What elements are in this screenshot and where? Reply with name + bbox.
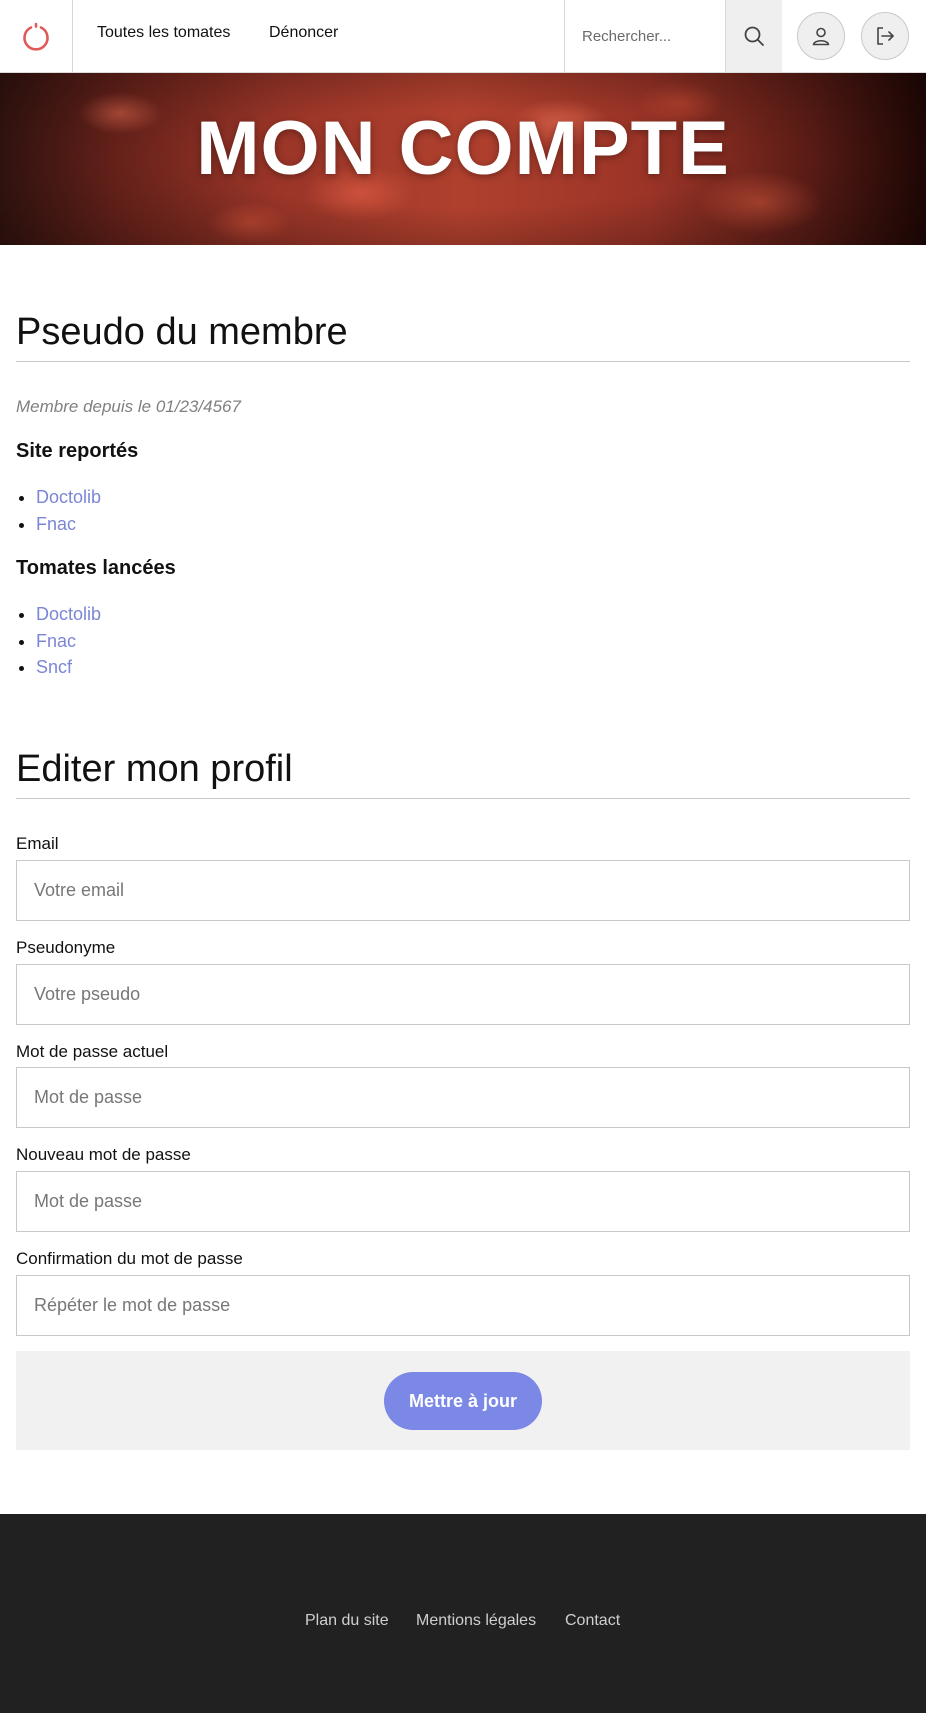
member-since-text: Membre depuis le 01/23/4567 bbox=[16, 397, 241, 416]
footer-link-legal[interactable]: Mentions légales bbox=[416, 1612, 536, 1630]
search-input[interactable] bbox=[565, 0, 725, 72]
search-button[interactable] bbox=[725, 0, 782, 72]
search-bar bbox=[564, 0, 782, 73]
reported-site-link[interactable]: Fnac bbox=[36, 514, 76, 534]
logout-icon bbox=[877, 27, 894, 45]
pseudonym-field[interactable] bbox=[16, 964, 910, 1025]
nav-link-all-tomatoes[interactable]: Toutes les tomates bbox=[97, 24, 230, 42]
pseudonym-label: Pseudonyme bbox=[16, 938, 116, 957]
logo-link[interactable] bbox=[0, 0, 73, 73]
list-item: Fnac bbox=[36, 628, 101, 655]
confirm-password-field[interactable] bbox=[16, 1275, 910, 1336]
footer-link-sitemap[interactable]: Plan du site bbox=[305, 1612, 389, 1630]
logout-button[interactable] bbox=[861, 12, 909, 60]
update-button[interactable]: Mettre à jour bbox=[384, 1372, 542, 1430]
account-button[interactable] bbox=[797, 12, 845, 60]
footer-link-contact[interactable]: Contact bbox=[565, 1612, 620, 1630]
nav-link-denounce[interactable]: Dénoncer bbox=[269, 24, 338, 42]
confirm-password-label: Confirmation du mot de passe bbox=[16, 1249, 243, 1268]
edit-profile-heading: Editer mon profil bbox=[16, 748, 910, 799]
reported-site-link[interactable]: Doctolib bbox=[36, 487, 101, 507]
footer: Plan du site Mentions légales Contact bbox=[0, 1514, 926, 1713]
reported-sites-heading: Site reportés bbox=[16, 440, 139, 462]
new-password-label: Nouveau mot de passe bbox=[16, 1145, 191, 1164]
power-icon bbox=[23, 22, 49, 51]
current-password-label: Mot de passe actuel bbox=[16, 1042, 169, 1061]
user-icon bbox=[812, 27, 830, 46]
current-password-field[interactable] bbox=[16, 1067, 910, 1128]
tomato-site-link[interactable]: Fnac bbox=[36, 631, 76, 651]
email-field[interactable] bbox=[16, 860, 910, 921]
tomatoes-thrown-list: Doctolib Fnac Sncf bbox=[36, 601, 101, 681]
search-icon bbox=[744, 26, 764, 46]
list-item: Doctolib bbox=[36, 601, 101, 628]
page-title: MON COMPTE bbox=[196, 106, 730, 191]
list-item: Sncf bbox=[36, 654, 101, 681]
email-label: Email bbox=[16, 834, 59, 853]
form-actions: Mettre à jour bbox=[16, 1351, 910, 1450]
navbar: Toutes les tomates Dénoncer bbox=[0, 0, 926, 73]
new-password-field[interactable] bbox=[16, 1171, 910, 1232]
reported-sites-list: Doctolib Fnac bbox=[36, 484, 101, 537]
member-pseudo-heading: Pseudo du membre bbox=[16, 311, 910, 362]
tomatoes-thrown-heading: Tomates lancées bbox=[16, 557, 176, 579]
tomato-site-link[interactable]: Doctolib bbox=[36, 604, 101, 624]
hero-banner: MON COMPTE bbox=[0, 73, 926, 245]
tomato-site-link[interactable]: Sncf bbox=[36, 657, 72, 677]
list-item: Fnac bbox=[36, 511, 101, 538]
list-item: Doctolib bbox=[36, 484, 101, 511]
